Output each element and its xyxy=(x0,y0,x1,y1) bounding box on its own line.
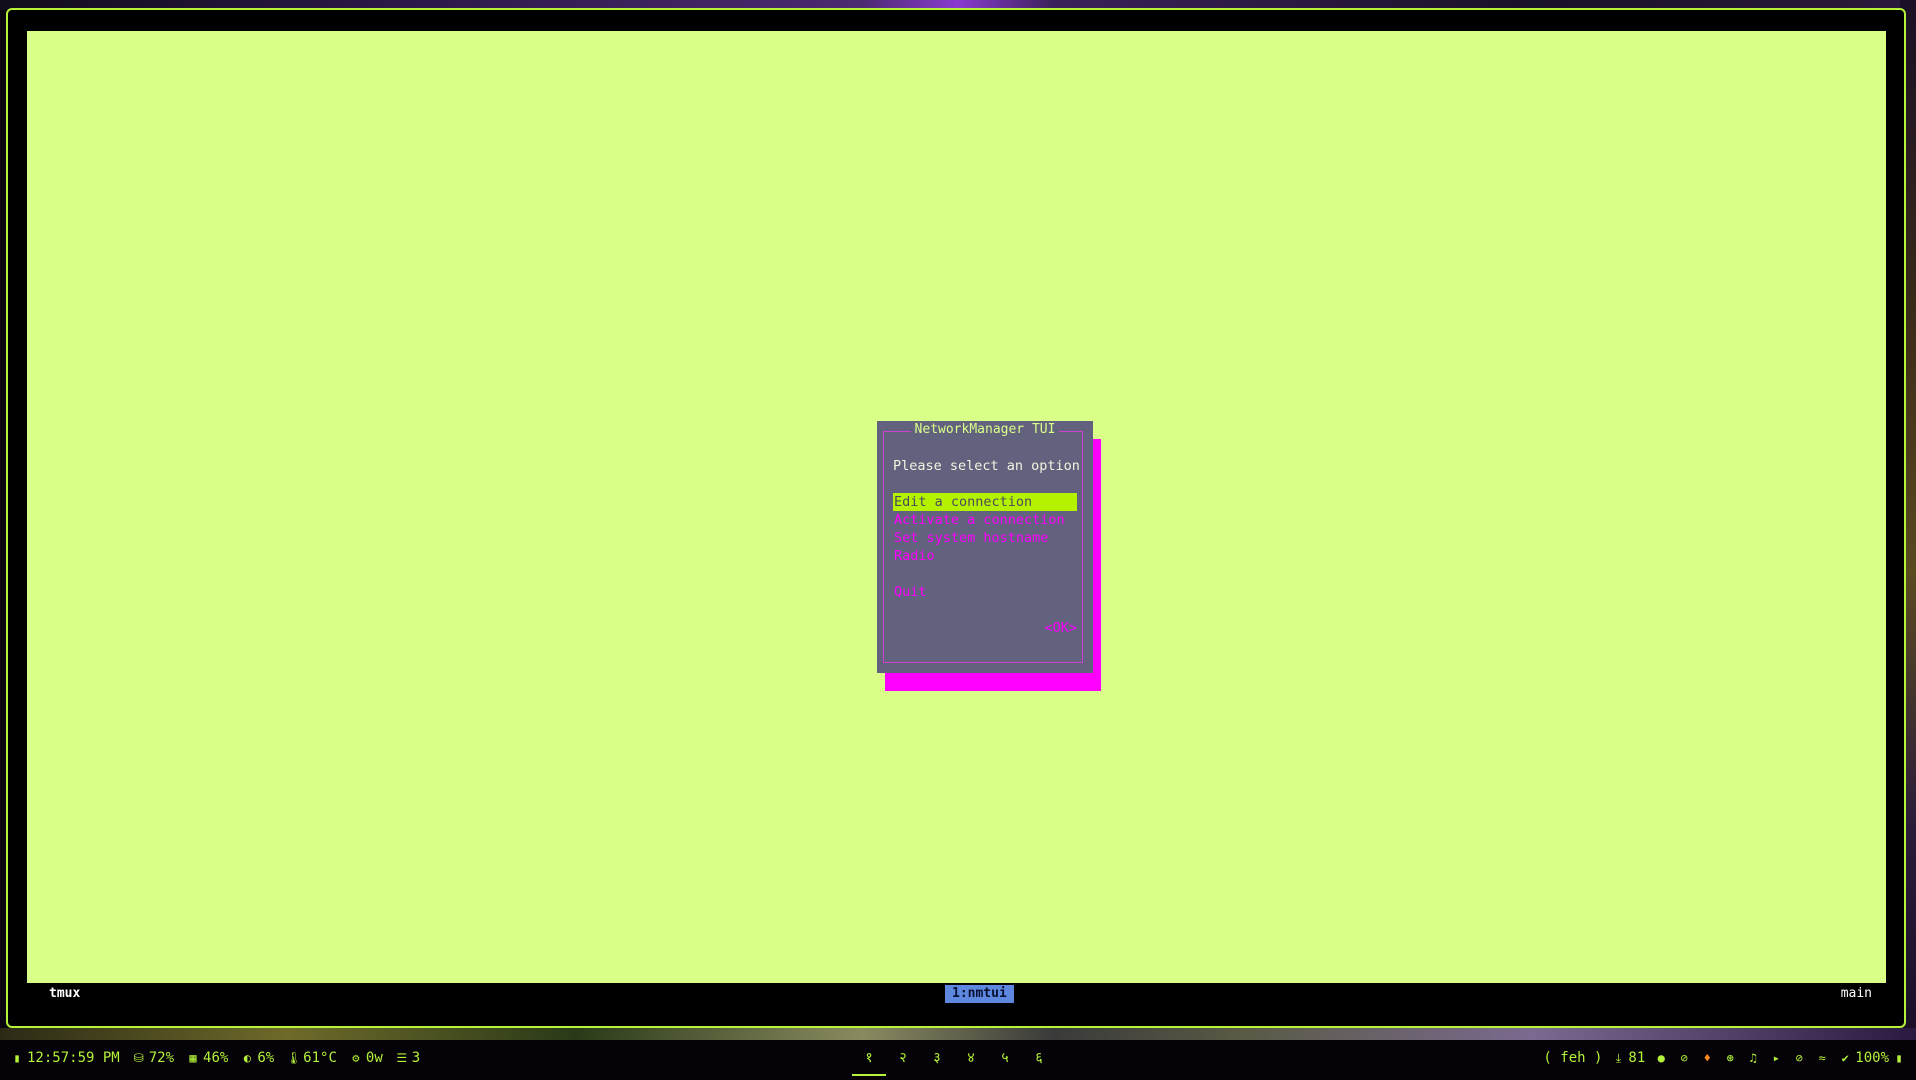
download-icon: ⤓ xyxy=(1615,1051,1622,1065)
thermometer-icon: 🌡 xyxy=(286,1051,302,1065)
menu-item-edit-connection[interactable]: Edit a connection xyxy=(893,493,1077,511)
microphone-icon[interactable]: ♫ xyxy=(1746,1040,1760,1076)
network-off-icon[interactable]: ⊘ xyxy=(1792,1040,1806,1076)
disk-usage[interactable]: ⛁ 72% xyxy=(132,1040,174,1076)
memory-usage[interactable]: ▦ 46% xyxy=(186,1040,228,1076)
wallpaper-bottom xyxy=(0,1028,1916,1040)
system-bar: ▮ 12:57:59 PM ⛁ 72% ▦ 46% ◐ 6% 🌡 61°C ⚙ 0w ☰ 3 … xyxy=(0,1040,1916,1080)
workspace-2[interactable]: २ xyxy=(886,1040,920,1076)
terminal-content[interactable]: NetworkManager TUI Please select an opti… xyxy=(27,31,1886,983)
ok-button[interactable]: <OK> xyxy=(1044,619,1077,637)
battery[interactable]: ✔ 100% ▮ xyxy=(1838,1040,1906,1076)
tmux-session-label: tmux xyxy=(49,986,81,1001)
menu-item-quit[interactable]: Quit xyxy=(893,583,1077,601)
workspace-1[interactable]: १ xyxy=(852,1040,886,1076)
gear-icon: ⚙ xyxy=(352,1051,360,1065)
bluetooth-icon[interactable]: ⊛ xyxy=(1723,1040,1737,1076)
drop-icon[interactable]: ♦ xyxy=(1700,1040,1714,1076)
memory-icon: ▦ xyxy=(189,1051,197,1065)
tmux-status-bar: tmux 1:nmtui main xyxy=(27,983,1886,1005)
menu-item-activate-connection[interactable]: Activate a connection xyxy=(893,511,1077,529)
wifi-icon[interactable]: ≈ xyxy=(1815,1040,1829,1076)
active-app[interactable]: ( feh ) xyxy=(1543,1040,1602,1076)
system-stats: ▮ 12:57:59 PM ⛁ 72% ▦ 46% ◐ 6% 🌡 61°C ⚙ 0w ☰ 3 xyxy=(10,1040,420,1076)
tmux-session-name: main xyxy=(1840,986,1872,1001)
workspace-5[interactable]: ५ xyxy=(988,1040,1022,1076)
battery-icon: ▮ xyxy=(1895,1051,1903,1065)
eye-off-icon[interactable]: ⊘ xyxy=(1677,1040,1691,1076)
updates[interactable]: ⤓ 81 xyxy=(1611,1040,1646,1076)
list-icon: ☰ xyxy=(396,1051,408,1065)
lock-icon: ▮ xyxy=(13,1051,21,1065)
task-count[interactable]: ☰ 3 xyxy=(395,1040,420,1076)
cpu-icon: ◐ xyxy=(243,1051,251,1065)
workspace-switcher: १ २ ३ ४ ५ ६ xyxy=(852,1040,1056,1076)
mouse-icon[interactable]: ● xyxy=(1654,1040,1668,1076)
volume-icon[interactable]: ▸ xyxy=(1769,1040,1783,1076)
cpu-usage[interactable]: ◐ 6% xyxy=(240,1040,274,1076)
tmux-window-tab[interactable]: 1:nmtui xyxy=(945,985,1014,1003)
workspace-6[interactable]: ६ xyxy=(1022,1040,1056,1076)
disk-icon: ⛁ xyxy=(133,1051,144,1065)
menu-item-radio[interactable]: Radio xyxy=(893,547,1077,565)
option-menu: Edit a connection Activate a connection … xyxy=(893,493,1077,601)
power-draw[interactable]: ⚙ 0w xyxy=(349,1040,382,1076)
clock[interactable]: ▮ 12:57:59 PM xyxy=(10,1040,119,1076)
dialog-title: NetworkManager TUI xyxy=(877,421,1093,439)
terminal-window[interactable]: NetworkManager TUI Please select an opti… xyxy=(6,8,1906,1028)
dialog-prompt: Please select an option xyxy=(893,458,1080,474)
check-circle-icon: ✔ xyxy=(1841,1051,1849,1065)
temperature[interactable]: 🌡 61°C xyxy=(286,1040,337,1076)
nmtui-dialog: NetworkManager TUI Please select an opti… xyxy=(877,421,1093,673)
workspace-4[interactable]: ४ xyxy=(954,1040,988,1076)
workspace-3[interactable]: ३ xyxy=(920,1040,954,1076)
menu-spacer xyxy=(893,565,1077,583)
menu-item-set-hostname[interactable]: Set system hostname xyxy=(893,529,1077,547)
system-tray: ( feh ) ⤓ 81 ● ⊘ ♦ ⊛ ♫ ▸ ⊘ ≈ ✔ 100% ▮ xyxy=(1543,1040,1906,1076)
